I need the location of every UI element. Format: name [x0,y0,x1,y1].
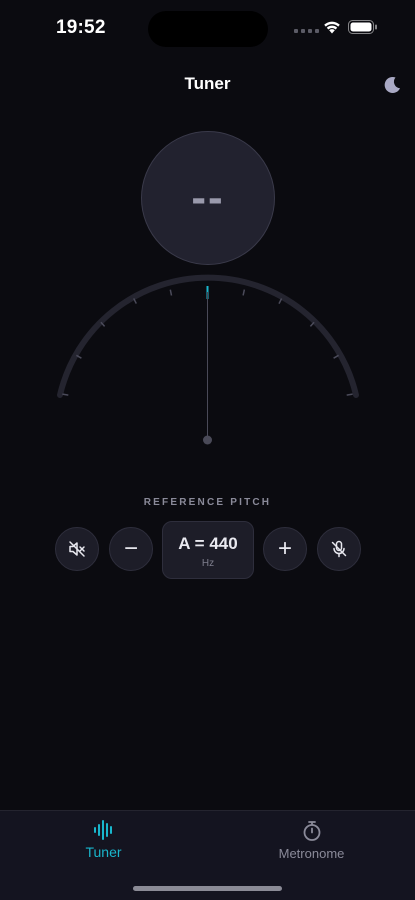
note-display: -- [141,131,275,265]
note-text: -- [191,173,225,222]
tab-metronome[interactable]: Metronome [208,811,415,881]
cellular-icon [294,29,319,33]
status-time: 19:52 [56,17,106,38]
home-indicator [133,886,282,891]
reference-pitch-unit: Hz [201,558,215,569]
microphone-button[interactable] [317,527,361,571]
reference-pitch-label: REFERENCE PITCH [143,497,272,508]
speaker-muted-icon [69,541,85,557]
wifi-icon [324,21,340,34]
waveform-icon [93,820,112,840]
plus-icon: + [277,535,292,562]
mute-button[interactable] [55,527,99,571]
tab-tuner[interactable]: Tuner [0,811,207,881]
tab-metronome-label: Metronome [278,846,345,861]
moon-icon[interactable] [381,74,403,96]
stopwatch-icon [303,821,320,841]
battery-icon [348,20,377,34]
page-title: Tuner [184,74,231,93]
decrease-pitch-button[interactable]: − [109,527,153,571]
dynamic-island [148,11,268,47]
tab-tuner-label: Tuner [85,844,122,860]
microphone-off-icon [331,540,347,558]
minus-icon: − [123,535,138,562]
increase-pitch-button[interactable]: + [263,527,307,571]
tuner-screen: 19:52 Tuner -- REFERENCE PITCH − A = 440… [0,0,415,900]
reference-pitch-value: A = 440 [178,534,238,553]
needle-pivot [203,435,212,445]
reference-pitch-display: A = 440 Hz [162,521,254,579]
status-bar: 19:52 [0,0,415,56]
tuning-gauge [57,274,359,445]
